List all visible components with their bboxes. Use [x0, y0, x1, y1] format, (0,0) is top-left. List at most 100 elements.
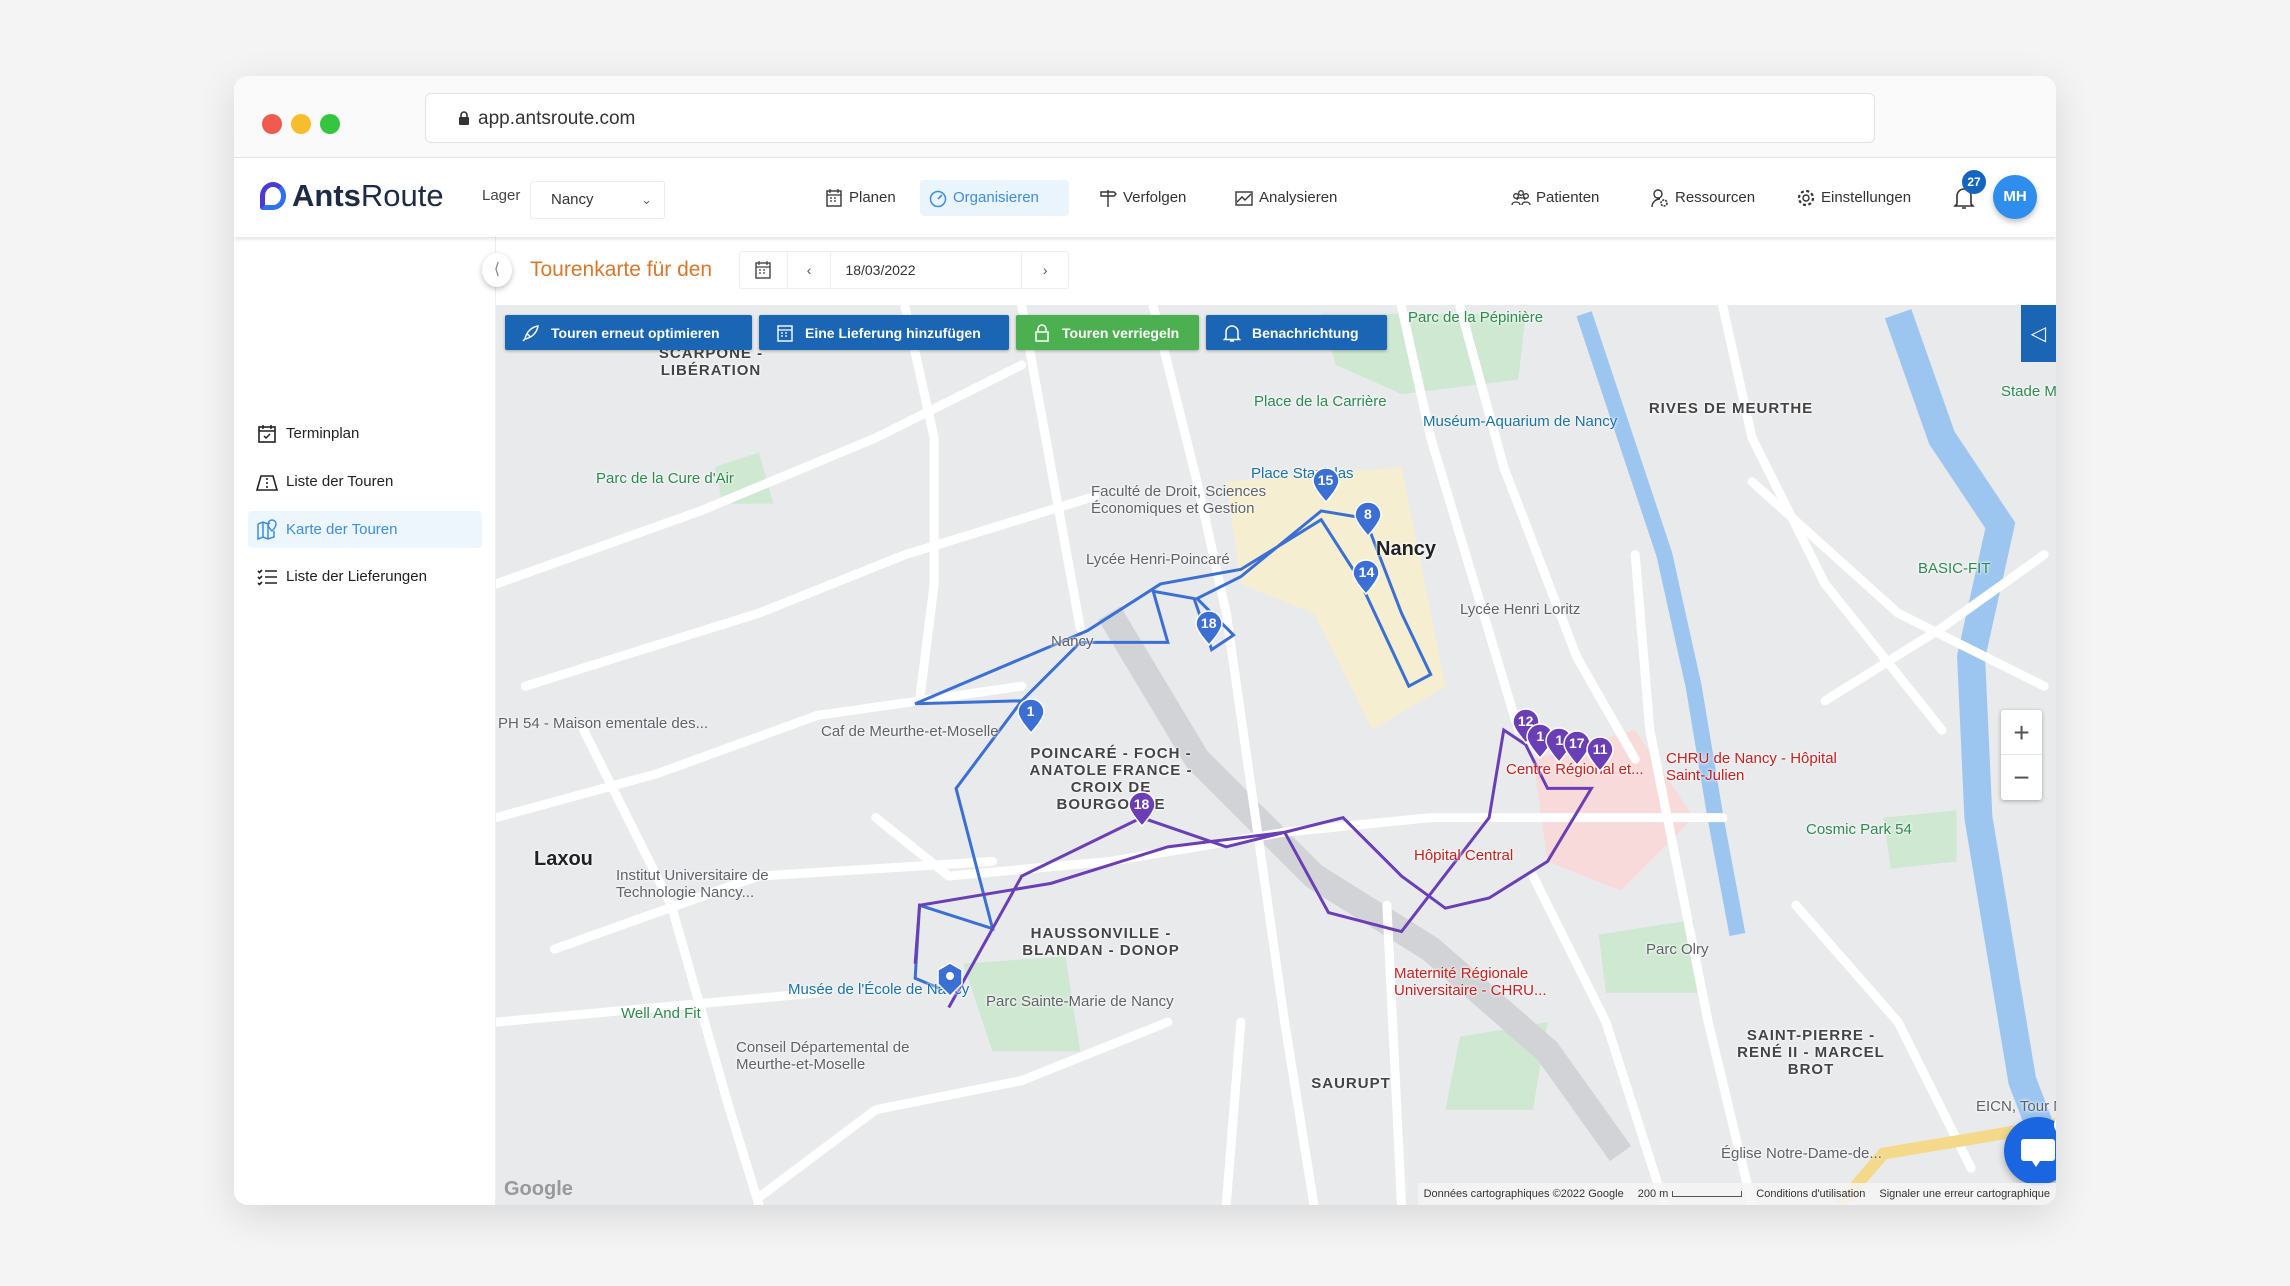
map-label[interactable]: Parc Sainte-Marie de Nancy — [986, 993, 1186, 1010]
map-label[interactable]: Hôpital Central — [1414, 847, 1513, 864]
map-label[interactable]: Nancy — [1051, 633, 1094, 650]
map-label[interactable]: PH 54 - Maison ementale des... — [498, 715, 708, 732]
report-error-link[interactable]: Signaler une erreur cartographique — [1879, 1188, 2050, 1200]
reoptimize-tours-button[interactable]: Touren erneut optimieren — [505, 315, 752, 350]
road — [520, 491, 1100, 691]
route-stop-marker[interactable]: 14 — [1351, 559, 1381, 596]
terms-link[interactable]: Conditions d'utilisation — [1756, 1188, 1865, 1200]
minimize-window-button[interactable] — [291, 114, 311, 134]
map-label[interactable]: Caf de Meurthe-et-Moselle — [821, 723, 1021, 740]
map-label[interactable]: Institut Universitaire de Technologie Na… — [616, 867, 816, 901]
calendar-icon — [777, 324, 793, 342]
map-label[interactable]: Cosmic Park 54 — [1806, 821, 1912, 838]
map-label[interactable]: Stade Marce — [2001, 383, 2056, 400]
nav-planen[interactable]: Planen — [816, 180, 904, 216]
google-logo: Google — [504, 1178, 573, 1200]
map-label[interactable]: EICN, Tour Marcel Bro — [1976, 1098, 2056, 1115]
button-label: Touren verriegeln — [1062, 324, 1180, 341]
avatar[interactable]: MH — [1993, 175, 2037, 219]
date-picker[interactable]: ‹ 18/03/2022 › — [739, 251, 1069, 289]
route-stop-marker[interactable]: 8 — [1353, 500, 1383, 537]
map-label[interactable]: Well And Fit — [621, 1005, 701, 1022]
chat-icon — [2021, 1139, 2055, 1167]
next-day-button[interactable]: › — [1022, 252, 1068, 288]
route-stop-marker[interactable]: 18 — [1127, 791, 1157, 828]
road — [496, 681, 1027, 823]
map-label[interactable]: SAINT-PIERRE - RENÉ II - MARCEL BROT — [1726, 1027, 1896, 1078]
zoom-controls: + − — [2001, 710, 2042, 800]
notification-button[interactable]: Benachrichtung — [1206, 315, 1387, 350]
map-label[interactable]: Nancy — [1376, 539, 1436, 559]
map-label[interactable]: POINCARÉ - FOCH - ANATOLE FRANCE - CROIX… — [1026, 745, 1196, 813]
map-label[interactable]: Muséum-Aquarium de Nancy — [1423, 413, 1617, 430]
map-label[interactable]: Lycée Henri-Poincaré — [1086, 551, 1230, 568]
users-icon — [1511, 190, 1531, 206]
map-label[interactable]: Faculté de Droit, Sciences Économiques e… — [1091, 483, 1291, 517]
map-label[interactable]: HAUSSONVILLE - BLANDAN - DONOP — [1016, 925, 1186, 959]
calendar-icon[interactable] — [740, 252, 788, 288]
address-bar[interactable]: app.antsroute.com — [425, 93, 1875, 143]
marker-number: 18 — [1200, 615, 1217, 632]
logo-text-light: Route — [360, 178, 444, 213]
map-label[interactable]: BASIC-FIT — [1918, 560, 1991, 577]
nav-patienten[interactable]: Patienten — [1503, 180, 1607, 216]
marker-number: 14 — [1358, 564, 1375, 581]
map-label[interactable]: SAURUPT — [1266, 1075, 1436, 1092]
tour-map[interactable]: Place de la Carrière Muséum-Aquarium de N… — [496, 305, 2056, 1205]
add-delivery-button[interactable]: Eine Lieferung hinzufügen — [759, 315, 1009, 350]
chevron-down-icon: ⌄ — [641, 192, 652, 207]
nav-ressourcen[interactable]: Ressourcen — [1642, 180, 1763, 216]
map-label[interactable]: RIVES DE MEURTHE — [1646, 400, 1816, 417]
zoom-in-button[interactable]: + — [2001, 710, 2042, 755]
lock-icon — [1035, 323, 1049, 342]
logo[interactable]: Ants Route — [260, 178, 444, 214]
map-pin-icon — [257, 518, 277, 540]
map-label[interactable]: Église Notre-Dame-de... — [1721, 1145, 1882, 1162]
map-label[interactable]: Parc de la Pépinière — [1408, 309, 1543, 326]
map-label[interactable]: Conseil Départemental de Meurthe-et-Mose… — [736, 1039, 936, 1073]
button-label: Benachrichtung — [1252, 324, 1359, 341]
map-label[interactable]: Parc de la Cure d'Air — [596, 470, 734, 487]
sidebar-item-label: Liste der Touren — [286, 473, 394, 490]
toggle-right-panel-button[interactable]: ◁ — [2021, 305, 2056, 362]
map-label[interactable]: SCARPONE - LIBÉRATION — [626, 345, 796, 379]
depot-marker[interactable] — [935, 961, 965, 997]
sidebar-item-liste-der-lieferungen[interactable]: Liste der Lieferungen — [248, 558, 482, 595]
route-stop-marker[interactable]: 11 — [1585, 736, 1615, 772]
map-label[interactable]: Laxou — [534, 849, 593, 869]
depot-select[interactable]: Nancy ⌄ — [530, 181, 665, 219]
map-scale[interactable]: 200 m — [1638, 1188, 1669, 1200]
map-label[interactable]: Place de la Carrière — [1254, 393, 1387, 410]
zoom-out-button[interactable]: − — [2001, 755, 2042, 800]
nav-organisieren[interactable]: Organisieren — [920, 180, 1069, 216]
sidebar-item-liste-der-touren[interactable]: Liste der Touren — [248, 463, 482, 500]
route-stop-marker[interactable]: 18 — [1194, 610, 1224, 647]
route-stop-marker[interactable]: 1 — [1016, 698, 1046, 734]
chat-button[interactable]: 2 — [2004, 1115, 2056, 1185]
sidebar-item-label: Terminplan — [286, 425, 360, 442]
sidebar: Terminplan Liste der Touren Karte der To… — [234, 237, 496, 1205]
sidebar-item-label: Liste der Lieferungen — [286, 568, 427, 585]
nav-label: Organisieren — [953, 189, 1039, 206]
route-stop-marker[interactable]: 15 — [1311, 467, 1341, 504]
date-value[interactable]: 18/03/2022 — [831, 252, 1023, 288]
previous-day-button[interactable]: ‹ — [788, 252, 832, 288]
nav-analysieren[interactable]: Analysieren — [1226, 180, 1345, 216]
marker-number: 11 — [1592, 740, 1608, 757]
lock-tours-button[interactable]: Touren verriegeln — [1016, 315, 1199, 350]
map-label[interactable]: Maternité Régionale Universitaire - CHRU… — [1394, 965, 1594, 999]
map-label[interactable]: Lycée Henri Loritz — [1460, 601, 1580, 618]
title-row: ⟨ Tourenkarte für den ‹ 18/03/2022 › — [482, 237, 2056, 305]
map-label[interactable]: CHRU de Nancy - Hôpital Saint-Julien — [1666, 750, 1866, 784]
maximize-window-button[interactable] — [320, 114, 340, 134]
nav-einstellungen[interactable]: Einstellungen — [1788, 180, 1919, 216]
collapse-sidebar-button[interactable]: ⟨ — [482, 253, 512, 287]
close-window-button[interactable] — [262, 114, 282, 134]
sidebar-item-karte-der-touren[interactable]: Karte der Touren — [248, 511, 482, 548]
browser-chrome: app.antsroute.com — [234, 76, 2056, 158]
nav-verfolgen[interactable]: Verfolgen — [1090, 180, 1194, 216]
scale-bar — [1672, 1191, 1743, 1197]
sidebar-item-terminplan[interactable]: Terminplan — [248, 415, 482, 452]
map-label[interactable]: Parc Olry — [1646, 941, 1709, 958]
map-attribution: Données cartographiques ©2022 Google 200… — [1417, 1183, 2056, 1205]
